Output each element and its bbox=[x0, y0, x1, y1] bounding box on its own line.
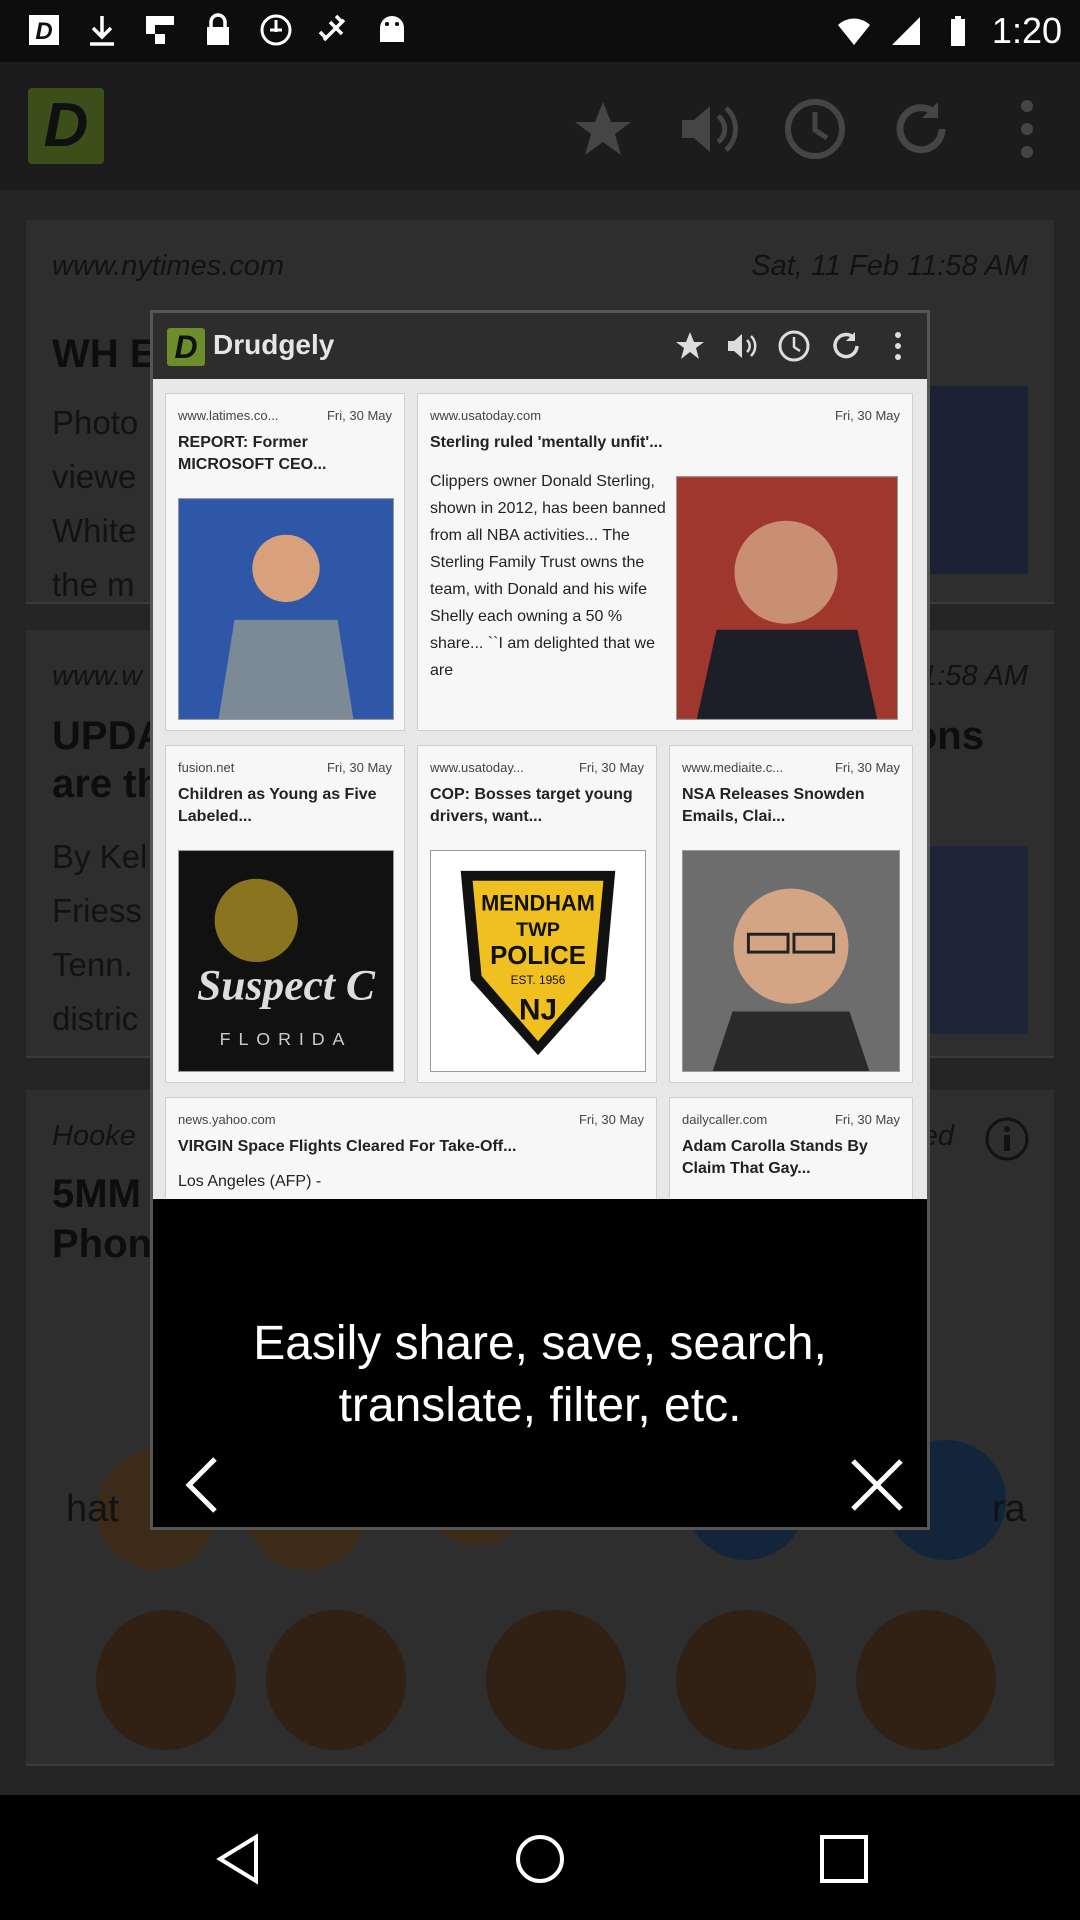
clock-time: 1:20 bbox=[991, 10, 1062, 51]
preview-feed: www.latimes.co... Fri, 30 May REPORT: Fo… bbox=[153, 379, 927, 1199]
suspect-text: Suspect C bbox=[197, 962, 376, 1010]
drudgely-notification-icon: D bbox=[29, 15, 59, 45]
tile-source: dailycaller.com bbox=[682, 1112, 768, 1127]
tile-photo bbox=[682, 850, 900, 1072]
clock-icon bbox=[778, 330, 810, 362]
navigation-bar bbox=[0, 1795, 1080, 1920]
wifi-icon bbox=[837, 18, 870, 45]
badge-text: MENDHAM bbox=[481, 890, 595, 915]
preview-tile: www.mediaite.c... Fri, 30 May NSA Releas… bbox=[669, 745, 913, 1083]
battery-icon bbox=[950, 16, 965, 46]
notification-icons: D bbox=[26, 12, 410, 48]
tile-source: news.yahoo.com bbox=[178, 1112, 276, 1127]
preview-tile: www.usatoday.com Fri, 30 May Sterling ru… bbox=[417, 393, 913, 731]
caption-line: Easily share, save, search, bbox=[253, 1317, 827, 1370]
florida-text: FLORIDA bbox=[220, 1029, 353, 1049]
police-badge-image: MENDHAM TWP POLICE EST. 1956 NJ bbox=[430, 850, 646, 1072]
tutorial-dialog: D Drudgely www.latimes.co... Fri, 30 May… bbox=[150, 310, 930, 1530]
tile-date: Fri, 30 May bbox=[834, 408, 900, 423]
tile-date: Fri, 30 May bbox=[834, 1112, 900, 1127]
recents-icon[interactable] bbox=[816, 1831, 872, 1887]
close-icon[interactable] bbox=[845, 1453, 909, 1517]
svg-text:D: D bbox=[35, 18, 52, 45]
home-icon[interactable] bbox=[512, 1831, 568, 1887]
preview-app-bar: D Drudgely bbox=[153, 313, 927, 379]
tile-headline: Children as Young as Five Labeled... bbox=[178, 786, 377, 825]
sync-icon bbox=[260, 14, 292, 46]
tile-source: www.usatoday... bbox=[430, 760, 524, 775]
tile-date: Fri, 30 May bbox=[578, 1112, 644, 1127]
star-icon bbox=[676, 332, 704, 359]
badge-text: EST. 1956 bbox=[511, 973, 566, 987]
preview-app-title: Drudgely bbox=[213, 329, 335, 360]
back-icon[interactable] bbox=[210, 1831, 266, 1887]
android-icon bbox=[380, 16, 404, 42]
status-bar: D 1:20 bbox=[0, 0, 1080, 62]
tile-headline: NSA Releases Snowden Emails, Clai... bbox=[682, 786, 865, 825]
tile-headline: COP: Bosses target young drivers, want..… bbox=[430, 786, 633, 825]
preview-tile: dailycaller.com Fri, 30 May Adam Carolla… bbox=[669, 1097, 913, 1199]
tile-source: www.usatoday.com bbox=[430, 408, 542, 423]
system-icons: 1:20 bbox=[836, 10, 1062, 52]
badge-text: POLICE bbox=[490, 942, 586, 970]
chevron-left-icon[interactable] bbox=[177, 1453, 229, 1517]
tile-date: Fri, 30 May bbox=[578, 760, 644, 775]
tile-source: fusion.net bbox=[178, 760, 235, 775]
caption-line: translate, filter, etc. bbox=[338, 1379, 742, 1432]
flipboard-icon bbox=[146, 16, 174, 44]
overflow-menu-icon bbox=[895, 332, 901, 360]
preview-tile: news.yahoo.com Fri, 30 May VIRGIN Space … bbox=[165, 1097, 657, 1199]
tutorial-caption: Easily share, save, search, translate, f… bbox=[153, 1313, 927, 1437]
refresh-icon bbox=[833, 332, 859, 359]
preview-app-logo: D bbox=[167, 328, 205, 366]
preview-tile: www.latimes.co... Fri, 30 May REPORT: Fo… bbox=[165, 393, 405, 731]
preview-actions bbox=[673, 329, 915, 363]
badge-text: NJ bbox=[519, 993, 557, 1026]
tile-source: www.latimes.co... bbox=[178, 408, 279, 423]
tile-headline: Adam Carolla Stands By Claim That Gay... bbox=[682, 1138, 868, 1177]
tile-date: Fri, 30 May bbox=[834, 760, 900, 775]
lock-icon bbox=[207, 13, 229, 45]
tile-photo bbox=[178, 498, 394, 720]
tile-headline: Sterling ruled 'mentally unfit'... bbox=[430, 434, 663, 451]
preview-tile: www.usatoday... Fri, 30 May COP: Bosses … bbox=[417, 745, 657, 1083]
tile-date: Fri, 30 May bbox=[326, 408, 392, 423]
signal-icon bbox=[891, 17, 920, 45]
tile-body: Clippers owner Donald Sterling, shown in… bbox=[430, 473, 666, 679]
badge-text: TWP bbox=[516, 919, 560, 941]
download-icon bbox=[90, 16, 114, 46]
volume-icon bbox=[728, 334, 757, 358]
preview-tile: fusion.net Fri, 30 May Children as Young… bbox=[165, 745, 405, 1083]
tile-source: www.mediaite.c... bbox=[682, 760, 784, 775]
tile-headline: VIRGIN Space Flights Cleared For Take-Of… bbox=[178, 1138, 517, 1155]
tile-photo: Suspect C FLORIDA bbox=[178, 850, 394, 1072]
satellite-icon bbox=[318, 14, 346, 42]
tile-date: Fri, 30 May bbox=[326, 760, 392, 775]
tile-body: Los Angeles (AFP) - bbox=[178, 1173, 322, 1190]
tile-headline: REPORT: Former MICROSOFT CEO... bbox=[178, 434, 327, 473]
tile-photo bbox=[676, 476, 898, 720]
